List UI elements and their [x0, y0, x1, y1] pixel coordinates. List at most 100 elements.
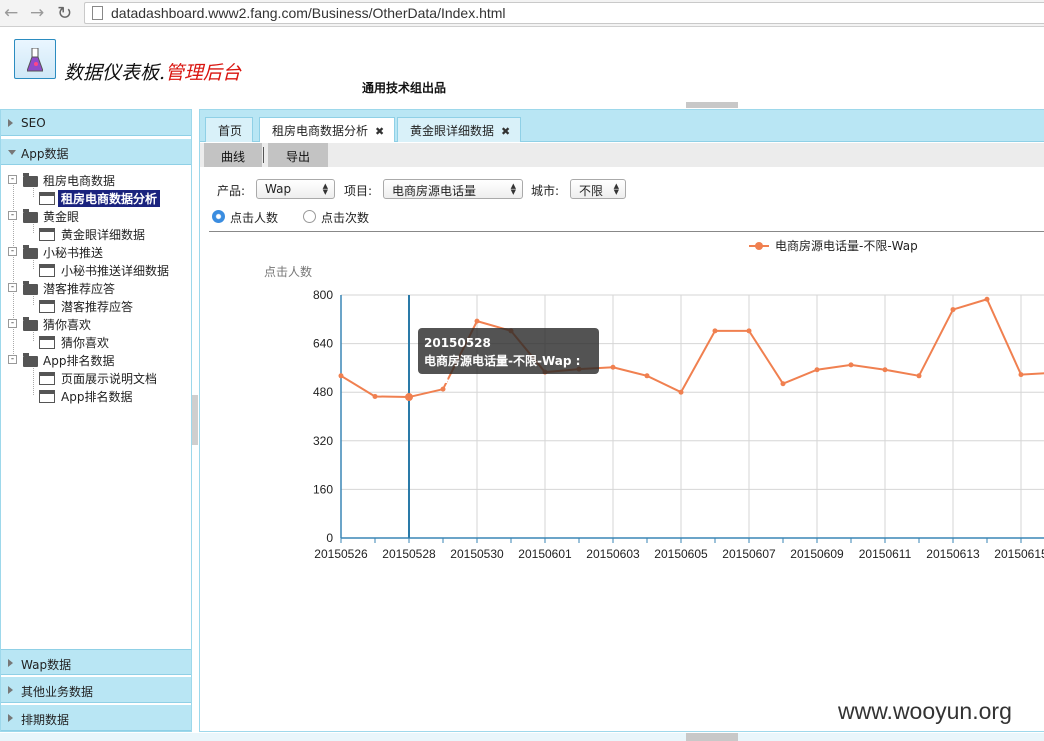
back-arrow-icon[interactable]: ← — [4, 3, 18, 23]
product-select[interactable]: Wap ▲ ▼ — [256, 179, 335, 199]
sidebar-section-label: Wap数据 — [21, 658, 72, 672]
tree-folder-rental[interactable]: - 租房电商数据 — [1, 171, 191, 189]
sidebar-section-seo[interactable]: SEO — [1, 110, 191, 136]
tree-item-guess-like[interactable]: 猜你喜欢 — [1, 333, 191, 351]
x-tick-label: 20150611 — [859, 547, 912, 561]
data-point — [814, 367, 820, 373]
top-splitter-handle[interactable] — [686, 102, 738, 108]
tree-folder-label: 潜客推荐应答 — [43, 282, 116, 296]
y-tick-label: 640 — [313, 337, 333, 351]
divider — [263, 147, 264, 163]
app-title-main: 数据仪表板. — [64, 62, 166, 84]
tree-item-golden-eye-detail[interactable]: 黄金眼详细数据 — [1, 225, 191, 243]
url-text: datadashboard.www2.fang.com/Business/Oth… — [111, 5, 506, 21]
data-point — [746, 328, 752, 334]
folder-icon — [23, 245, 38, 259]
chevron-right-icon — [8, 714, 13, 722]
forward-arrow-icon[interactable]: → — [30, 3, 44, 23]
data-point — [338, 373, 344, 379]
sidebar-section-app[interactable]: App数据 — [1, 139, 191, 165]
app-slogan: 通用技术组出品 — [362, 81, 447, 95]
y-axis-label: 点击人数 — [264, 264, 312, 279]
collapse-icon[interactable]: - — [8, 211, 17, 220]
x-tick-label: 20150601 — [518, 547, 572, 561]
x-tick-label: 20150607 — [722, 547, 776, 561]
y-tick-label: 480 — [313, 385, 333, 399]
tree-folder-guess-like[interactable]: - 猜你喜欢 — [1, 315, 191, 333]
address-bar[interactable]: datadashboard.www2.fang.com/Business/Oth… — [84, 2, 1044, 24]
tree-item-assistant-push-detail[interactable]: 小秘书推送详细数据 — [1, 261, 191, 279]
page-icon — [39, 372, 55, 385]
sidebar-splitter-handle[interactable] — [192, 395, 198, 445]
page-icon — [92, 6, 103, 20]
collapse-icon[interactable]: - — [8, 283, 17, 292]
tooltip-date: 20150528 — [424, 336, 491, 350]
data-point — [950, 307, 956, 313]
sidebar: SEO App数据 - 租房电商数据 租房电商数据分析 - 黄金眼 黄金眼详细数… — [0, 109, 192, 732]
chart-tooltip: 20150528 电商房源电话量-不限-Wap : 464 — [418, 328, 599, 386]
data-point — [474, 318, 480, 324]
tab-home[interactable]: 首页 — [205, 117, 254, 142]
y-tick-label: 160 — [313, 482, 333, 496]
tree-folder-prospect-reply[interactable]: - 潜客推荐应答 — [1, 279, 191, 297]
tree-item-prospect-reply[interactable]: 潜客推荐应答 — [1, 297, 191, 315]
x-tick-label: 20150609 — [790, 547, 844, 561]
tree-folder-app-rank[interactable]: - App排名数据 — [1, 351, 191, 369]
item-label: 项目: — [344, 184, 373, 198]
chevron-right-icon — [8, 686, 13, 694]
folder-icon — [23, 281, 38, 295]
tab-rental-analysis[interactable]: 租房电商数据分析 ✖ — [259, 117, 396, 142]
y-tick-label: 800 — [313, 288, 333, 302]
chevron-right-icon — [8, 119, 13, 127]
radio-click-times-label: 点击次数 — [321, 211, 370, 225]
radio-click-times[interactable] — [303, 210, 316, 223]
select-arrows-icon: ▲ ▼ — [510, 182, 516, 196]
data-point — [916, 373, 922, 379]
page-icon — [39, 336, 55, 349]
logo-icon — [14, 39, 56, 79]
tab-golden-eye-detail[interactable]: 黄金眼详细数据 ✖ — [397, 117, 522, 142]
collapse-icon[interactable]: - — [8, 247, 17, 256]
folder-icon — [23, 353, 38, 367]
sidebar-section-other-business[interactable]: 其他业务数据 — [1, 677, 191, 703]
collapse-icon[interactable]: - — [8, 319, 17, 328]
tree-folder-assistant-push[interactable]: - 小秘书推送 — [1, 243, 191, 261]
curve-button[interactable]: 曲线 — [204, 143, 262, 167]
item-select[interactable]: 电商房源电话量 ▲ ▼ — [383, 179, 523, 199]
sidebar-section-label: 排期数据 — [21, 713, 70, 727]
x-tick-label: 20150528 — [382, 547, 436, 561]
reload-icon[interactable]: ↻ — [57, 3, 72, 24]
folder-icon — [23, 209, 38, 223]
filter-bar: 产品: Wap ▲ ▼ 项目: 电商房源电话量 ▲ ▼ 城市: 不限 ▲ ▼ — [200, 176, 1044, 204]
close-icon[interactable]: ✖ — [501, 125, 510, 138]
data-point — [1018, 372, 1024, 378]
tree-item-app-rank-data[interactable]: App排名数据 — [1, 387, 191, 405]
browser-toolbar: ← → ↻ datadashboard.www2.fang.com/Busine… — [0, 0, 1044, 27]
radio-click-users[interactable] — [212, 210, 225, 223]
chevron-right-icon — [8, 659, 13, 667]
export-button[interactable]: 导出 — [268, 143, 328, 167]
main-panel: 首页 租房电商数据分析 ✖ 黄金眼详细数据 ✖ 曲线 导出 产品: Wap ▲ ▼ 项… — [199, 109, 1044, 732]
sidebar-section-schedule[interactable]: 排期数据 — [1, 705, 191, 731]
close-icon[interactable]: ✖ — [375, 125, 384, 138]
tree-item-label: 猜你喜欢 — [61, 336, 110, 350]
tree-folder-golden-eye[interactable]: - 黄金眼 — [1, 207, 191, 225]
page-icon — [39, 300, 55, 313]
tree-item-rental-analysis[interactable]: 租房电商数据分析 — [1, 189, 191, 207]
collapse-icon[interactable]: - — [8, 355, 17, 364]
app-header: 数据仪表板.管理后台 通用技术组出品 — [0, 28, 1044, 108]
x-tick-label: 20150605 — [654, 547, 708, 561]
collapse-icon[interactable]: - — [8, 175, 17, 184]
tree-item-page-doc[interactable]: 页面展示说明文档 — [1, 369, 191, 387]
sidebar-section-wap[interactable]: Wap数据 — [1, 649, 191, 675]
tree-folder-label: 租房电商数据 — [43, 174, 116, 188]
folder-icon — [23, 317, 38, 331]
product-select-value: Wap — [265, 182, 292, 196]
sub-toolbar: 曲线 导出 — [200, 143, 1044, 167]
city-select[interactable]: 不限 ▲ ▼ — [570, 179, 626, 199]
bottom-splitter-handle[interactable] — [686, 733, 738, 741]
tree-item-label: 黄金眼详细数据 — [61, 228, 146, 242]
line-chart: 0 160 320 480 640 800 20150526 20150528 20150530… — [264, 238, 1044, 561]
select-arrows-icon: ▲ ▼ — [322, 182, 328, 196]
x-tick-label: 20150613 — [926, 547, 980, 561]
